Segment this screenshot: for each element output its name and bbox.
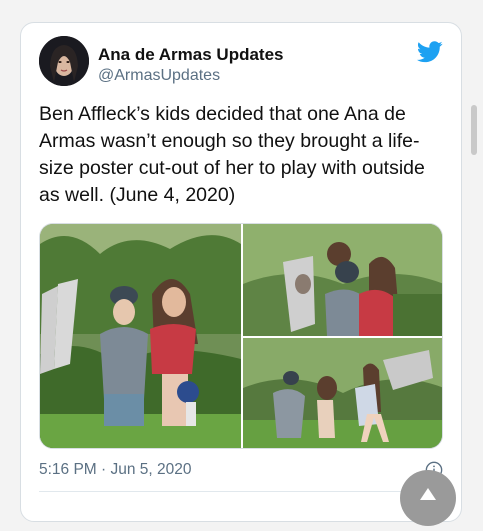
user-handle[interactable]: @ArmasUpdates <box>98 67 220 85</box>
arrow-up-icon <box>420 488 436 500</box>
twitter-bird-icon[interactable] <box>417 41 443 63</box>
display-name[interactable]: Ana de Armas Updates <box>98 45 283 65</box>
photo-3-image <box>243 338 442 448</box>
photo-2-image <box>243 224 442 336</box>
photo-1[interactable] <box>40 224 241 448</box>
photo-1-image <box>40 224 241 448</box>
photo-2[interactable] <box>243 224 442 336</box>
divider <box>39 491 443 492</box>
tweet-timestamp[interactable]: 5:16 PM · Jun 5, 2020 <box>39 461 192 479</box>
tweet-media-grid[interactable] <box>39 223 443 449</box>
avatar-image <box>39 36 89 86</box>
embedded-tweet-card[interactable]: Ana de Armas Updates @ArmasUpdates Ben A… <box>20 22 462 522</box>
photo-3[interactable] <box>243 338 442 448</box>
scroll-up-button[interactable] <box>400 470 456 526</box>
avatar[interactable] <box>39 36 89 86</box>
tweet-text: Ben Affleck’s kids decided that one Ana … <box>39 103 425 206</box>
scrollbar[interactable] <box>471 105 477 155</box>
